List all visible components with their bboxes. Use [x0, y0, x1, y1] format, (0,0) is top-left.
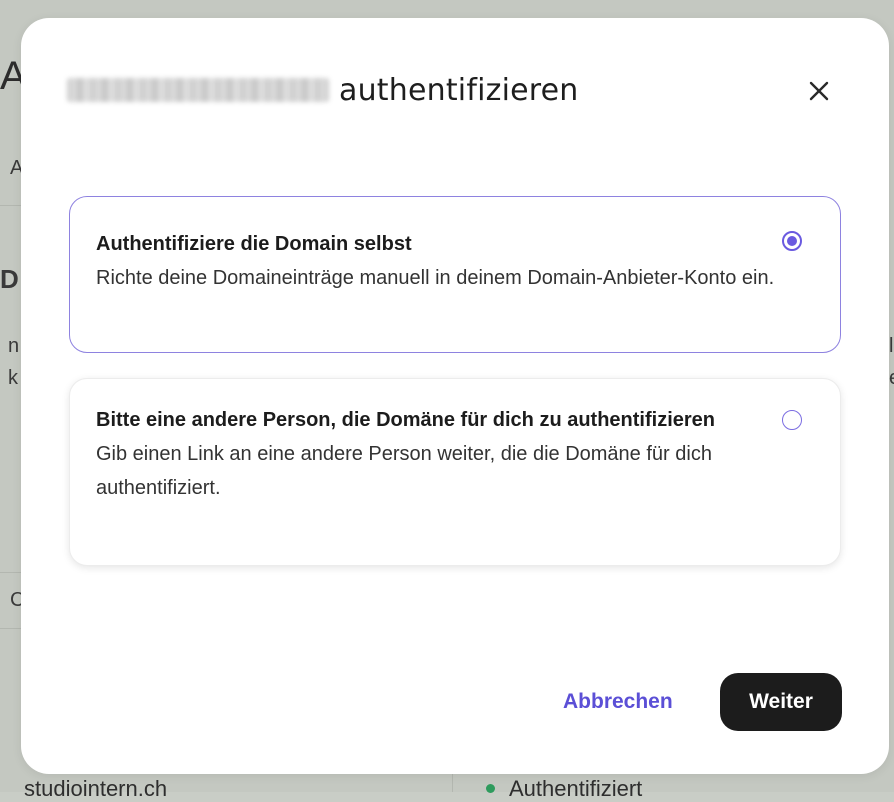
authenticate-domain-dialog: authentifizieren Authentifiziere die Dom… — [21, 18, 889, 774]
option-self-authenticate[interactable]: Authentifiziere die Domain selbst Richte… — [69, 196, 841, 353]
column-divider — [452, 774, 453, 792]
domain-name-cell: studiointern.ch — [24, 776, 168, 801]
text-fragment: k — [8, 367, 18, 389]
divider — [0, 205, 21, 206]
text-fragment: l — [889, 335, 894, 357]
text-fragment: n — [8, 335, 20, 357]
radio-button-unselected[interactable] — [782, 410, 802, 430]
cancel-button[interactable]: Abbrechen — [555, 678, 681, 726]
option-title: Authentifiziere die Domain selbst — [96, 233, 412, 255]
radio-button-selected[interactable] — [782, 231, 802, 251]
text-fragment: e — [889, 368, 894, 388]
section-heading-fragment: D — [0, 264, 19, 294]
dialog-title: authentifizieren — [339, 72, 579, 108]
close-icon — [809, 81, 829, 101]
divider — [0, 628, 21, 629]
option-text: Bitte eine andere Person, die Domäne für… — [96, 403, 786, 505]
divider — [0, 572, 21, 573]
option-text: Authentifiziere die Domain selbst Richte… — [96, 227, 786, 295]
option-title: Bitte eine andere Person, die Domäne für… — [96, 409, 716, 431]
close-button[interactable] — [801, 73, 837, 109]
domain-status-label: Authentifiziert — [509, 776, 643, 801]
option-description: Richte deine Domaineinträge manuell in d… — [96, 267, 775, 289]
option-ask-someone[interactable]: Bitte eine andere Person, die Domäne für… — [69, 378, 841, 566]
dialog-header: authentifizieren — [67, 70, 579, 110]
status-dot-icon — [486, 783, 495, 793]
continue-button[interactable]: Weiter — [720, 673, 842, 731]
redacted-domain-name — [67, 78, 329, 102]
option-description: Gib einen Link an eine andere Person wei… — [96, 443, 712, 499]
domain-status-cell: Authentifiziert — [486, 776, 642, 802]
